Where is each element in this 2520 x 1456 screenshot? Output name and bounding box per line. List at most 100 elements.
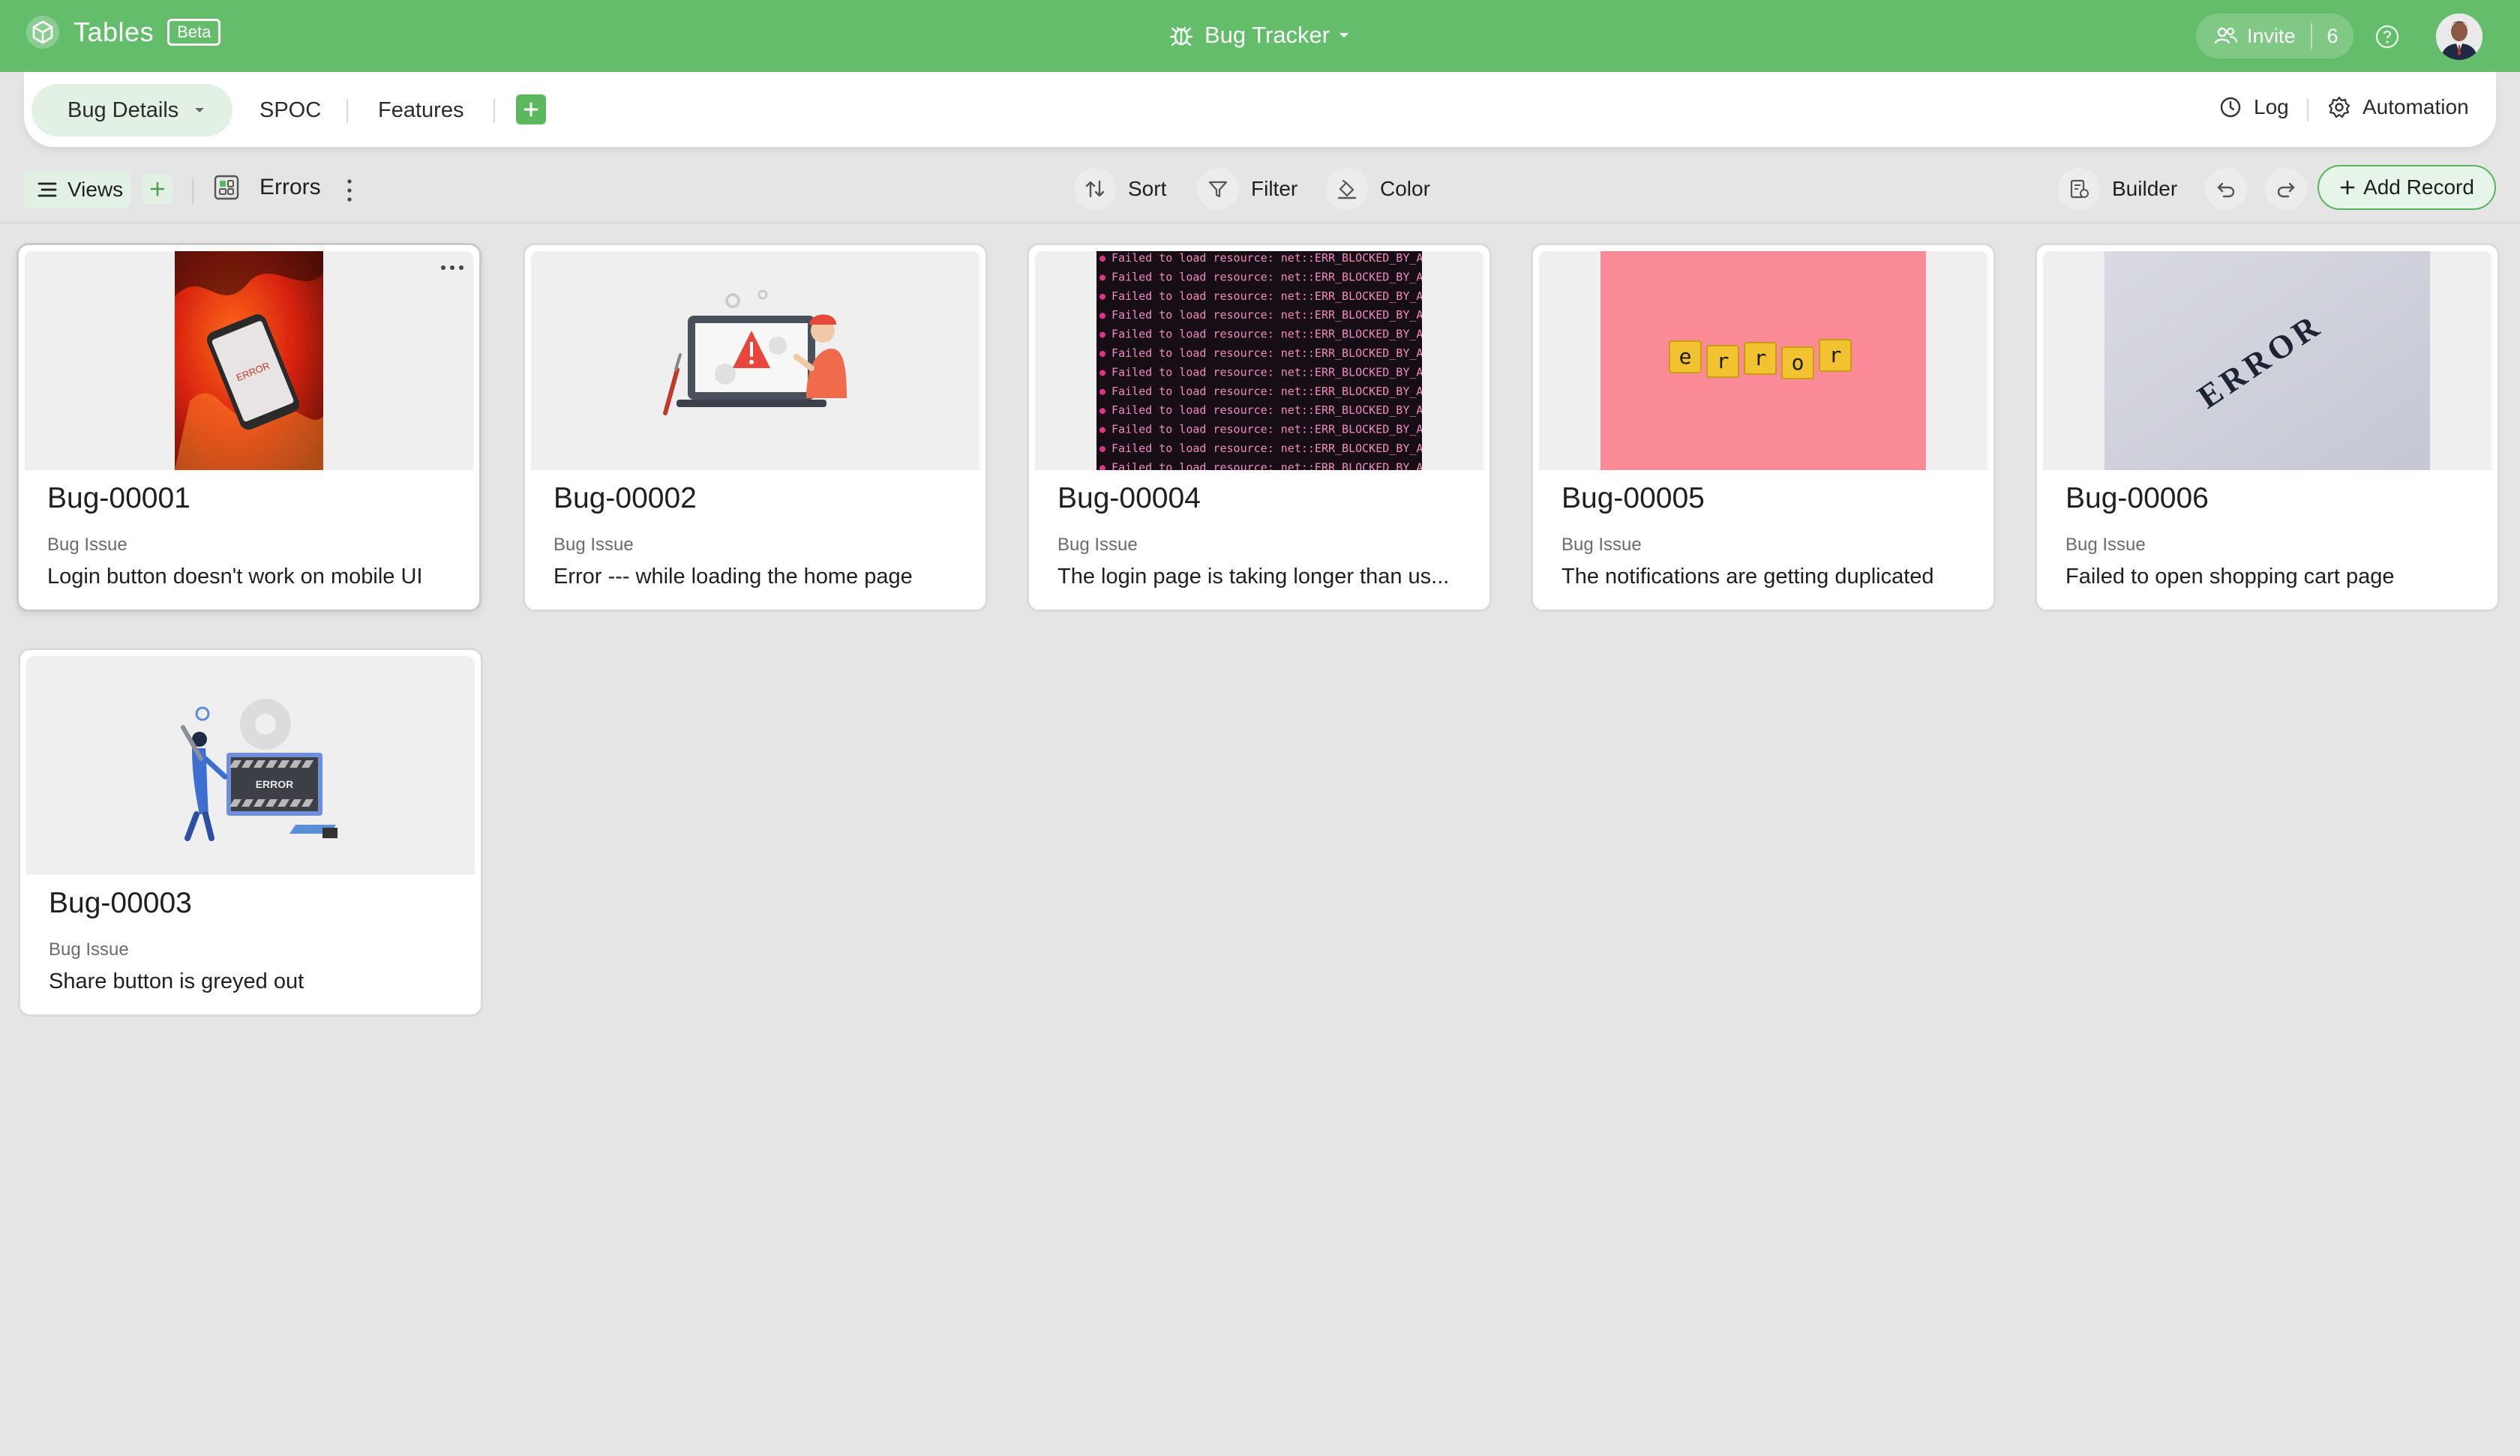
console-errors-screenshot: Failed to load resource: net::ERR_BLOCKE… bbox=[1096, 251, 1422, 470]
base-title: Bug Tracker bbox=[1204, 22, 1330, 48]
card-cover-image: ERROR bbox=[2043, 251, 2492, 470]
users-icon bbox=[2214, 27, 2238, 44]
undo-icon bbox=[2205, 168, 2247, 210]
card-field-value: Failed to open shopping cart page bbox=[2066, 565, 2395, 589]
svg-text:r: r bbox=[1717, 349, 1730, 373]
toolbar-border bbox=[0, 222, 2520, 223]
tab-label: Bug Details bbox=[68, 97, 179, 122]
top-bar: Tables Beta Bug Tracker Invite 6 bbox=[0, 0, 2520, 72]
console-error-line: Failed to load resource: net::ERR_BLOCKE… bbox=[1112, 308, 1422, 322]
add-view-button[interactable] bbox=[142, 174, 172, 204]
console-error-dot bbox=[1100, 388, 1106, 395]
svg-text:r: r bbox=[1754, 346, 1767, 370]
add-table-button[interactable] bbox=[516, 94, 546, 124]
builder-label: Builder bbox=[2112, 177, 2178, 200]
card-field-value: Share button is greyed out bbox=[49, 969, 304, 993]
letter-tile: r bbox=[1706, 345, 1739, 378]
console-error-dot bbox=[1100, 408, 1106, 415]
builder-icon bbox=[2058, 168, 2100, 210]
record-card[interactable]: Bug-00002 Bug Issue Error --- while load… bbox=[523, 243, 988, 612]
error-letter-tiles-photo: error bbox=[1600, 251, 1926, 470]
card-field-label: Bug Issue bbox=[1562, 535, 1642, 555]
plus-icon bbox=[524, 102, 538, 117]
console-error-line: Failed to load resource: net::ERR_BLOCKE… bbox=[1112, 289, 1422, 303]
invite-button[interactable]: Invite 6 bbox=[2196, 13, 2354, 58]
card-title: Bug-00003 bbox=[49, 887, 192, 919]
more-vertical-icon[interactable] bbox=[342, 177, 357, 204]
card-cover-image: Failed to load resource: net::ERR_BLOCKE… bbox=[1035, 251, 1484, 470]
sort-button[interactable]: Sort bbox=[1074, 168, 1166, 210]
sort-icon bbox=[1074, 168, 1116, 210]
letter-tile: r bbox=[1744, 342, 1777, 375]
tab-bug-details[interactable]: Bug Details bbox=[32, 84, 232, 136]
collaborator-count: 6 bbox=[2326, 24, 2338, 47]
undo-button[interactable] bbox=[2205, 168, 2247, 210]
card-field-label: Bug Issue bbox=[1058, 535, 1138, 555]
builder-button[interactable]: Builder bbox=[2058, 168, 2177, 210]
card-title: Bug-00004 bbox=[1058, 482, 1201, 514]
card-field-label: Bug Issue bbox=[2066, 535, 2146, 555]
letter-tile: e bbox=[1669, 340, 1702, 373]
card-field-value: Error --- while loading the home page bbox=[554, 565, 913, 589]
card-cover-image: ERROR bbox=[25, 251, 473, 470]
sort-label: Sort bbox=[1128, 177, 1167, 200]
console-error-line: Failed to load resource: net::ERR_BLOCKE… bbox=[1112, 270, 1422, 283]
console-error-dot bbox=[1100, 351, 1106, 357]
record-card[interactable]: Failed to load resource: net::ERR_BLOCKE… bbox=[1027, 243, 1492, 612]
base-title-dropdown[interactable]: Bug Tracker bbox=[1167, 21, 1349, 49]
card-field-label: Bug Issue bbox=[554, 535, 634, 555]
console-error-line: Failed to load resource: net::ERR_BLOCKE… bbox=[1112, 346, 1422, 360]
current-view[interactable]: Errors bbox=[213, 174, 321, 201]
panel-error-text: ERROR bbox=[256, 778, 294, 790]
record-card[interactable]: ERROR Bug-00003 Bug Issue Share button i… bbox=[18, 648, 483, 1017]
tab-label: Features bbox=[378, 97, 464, 122]
letter-tile: r bbox=[1819, 339, 1852, 372]
chevron-down-icon[interactable] bbox=[194, 106, 206, 114]
console-error-dot bbox=[1100, 331, 1106, 338]
color-button[interactable]: Color bbox=[1326, 168, 1430, 210]
add-record-button[interactable]: Add Record bbox=[2318, 165, 2496, 210]
views-toggle-button[interactable]: Views bbox=[24, 171, 130, 208]
log-button[interactable]: Log bbox=[2218, 94, 2289, 120]
card-field-value: The notifications are getting duplicated bbox=[1562, 565, 1934, 589]
card-field-value: The login page is taking longer than us.… bbox=[1058, 565, 1450, 589]
record-card[interactable]: ERROR Bug-00006 Bug Issue Failed to open… bbox=[2035, 243, 2500, 612]
laptop-warning-illustration bbox=[663, 289, 847, 415]
more-horizontal-icon[interactable] bbox=[439, 263, 466, 272]
avatar-photo bbox=[2436, 13, 2482, 60]
record-card[interactable]: error Bug-00005 Bug Issue The notificati… bbox=[1531, 243, 1996, 612]
phone-error-photo: ERROR bbox=[175, 251, 323, 470]
card-field-label: Bug Issue bbox=[49, 939, 129, 960]
svg-text:e: e bbox=[1679, 344, 1692, 369]
redo-button[interactable] bbox=[2265, 168, 2307, 210]
view-name-label: Errors bbox=[260, 175, 321, 199]
letter-tile: o bbox=[1781, 346, 1814, 379]
beta-badge: Beta bbox=[167, 19, 221, 46]
console-error-line: Failed to load resource: net::ERR_BLOCKE… bbox=[1112, 365, 1422, 379]
card-title: Bug-00006 bbox=[2066, 482, 2209, 514]
log-label: Log bbox=[2254, 95, 2289, 118]
card-cover-image: error bbox=[1539, 251, 1988, 470]
paint-bucket-icon bbox=[1326, 168, 1368, 210]
tab-divider bbox=[346, 99, 348, 123]
console-error-dot bbox=[1100, 446, 1106, 452]
tab-label: SPOC bbox=[260, 97, 322, 122]
toolbar-divider bbox=[192, 178, 194, 204]
invite-divider bbox=[2310, 23, 2312, 49]
record-card[interactable]: ERROR Bug-00001 Bug Issue Login button d… bbox=[16, 243, 482, 612]
gear-icon bbox=[2328, 96, 2350, 118]
brand[interactable]: Tables Beta bbox=[26, 15, 221, 49]
automation-button[interactable]: Automation bbox=[2326, 94, 2469, 120]
color-label: Color bbox=[1380, 177, 1430, 200]
console-error-line: Failed to load resource: net::ERR_BLOCKE… bbox=[1112, 403, 1422, 417]
plus-icon bbox=[2340, 180, 2355, 195]
tab-spoc[interactable]: SPOC bbox=[260, 84, 321, 136]
console-error-dot bbox=[1100, 256, 1106, 262]
filter-button[interactable]: Filter bbox=[1197, 168, 1298, 210]
help-icon[interactable] bbox=[2374, 24, 2400, 49]
user-avatar[interactable] bbox=[2436, 13, 2482, 60]
filter-icon bbox=[1197, 168, 1239, 210]
tab-features[interactable]: Features bbox=[378, 84, 464, 136]
card-title: Bug-00002 bbox=[554, 482, 697, 514]
console-error-dot bbox=[1100, 274, 1106, 281]
